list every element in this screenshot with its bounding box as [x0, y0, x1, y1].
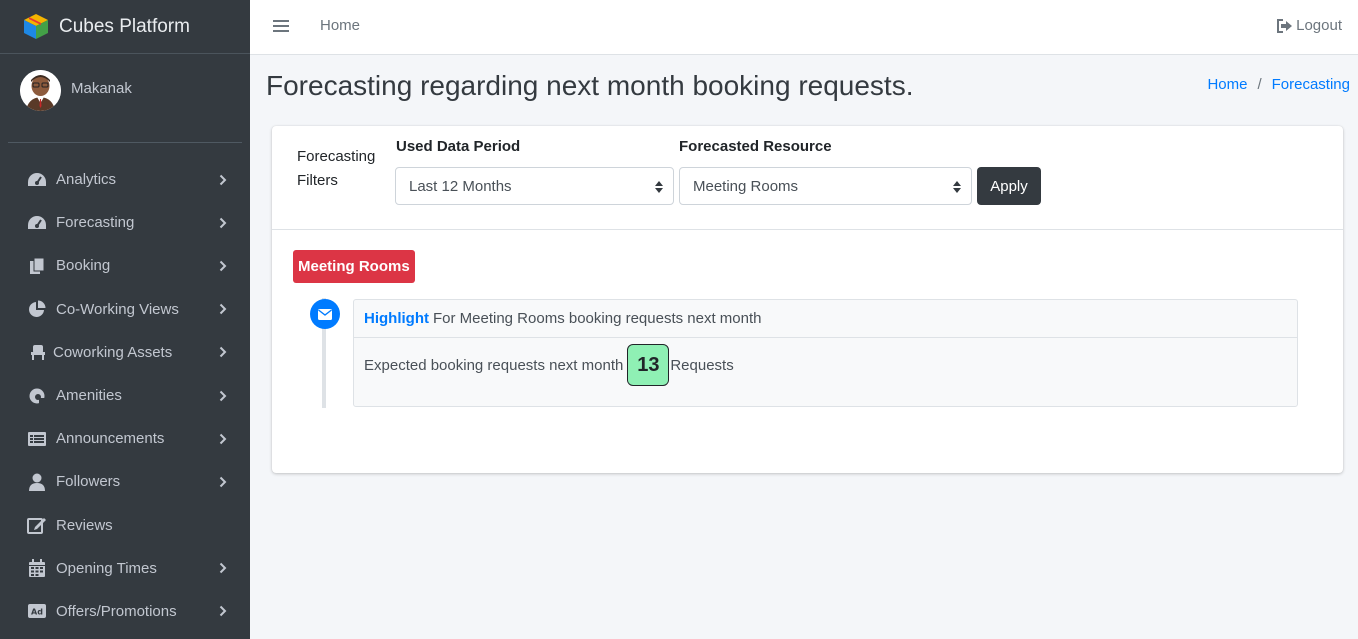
sidebar-item-label: Amenities	[56, 387, 122, 405]
resource-label: Forecasted Resource	[679, 138, 832, 155]
sidebar-item-label: Reviews	[56, 516, 113, 534]
breadcrumb: Home / Forecasting	[1207, 76, 1350, 93]
list-alt-icon	[26, 430, 48, 448]
chevron-right-icon	[218, 561, 228, 575]
brand-link[interactable]: Cubes Platform	[0, 0, 250, 54]
ad-icon: Ad	[26, 602, 48, 620]
edit-icon	[26, 516, 48, 535]
tachometer-icon	[26, 214, 48, 232]
brand-text: Cubes Platform	[59, 15, 190, 37]
sidebar-item-label: Booking	[56, 257, 111, 275]
requests-unit-text: Requests	[670, 356, 734, 374]
chevron-right-icon	[218, 389, 228, 403]
sidebar-item-announcements[interactable]: Announcements	[0, 417, 250, 460]
period-select[interactable]: Last 12 Months	[395, 167, 674, 205]
calendar-icon	[26, 559, 48, 578]
cube-logo-icon	[20, 11, 52, 43]
sidebar-nav: Analytics Forecasting Booking Co-Working…	[0, 143, 250, 633]
sidebar-item-booking[interactable]: Booking	[0, 244, 250, 287]
user-name[interactable]: Makanak	[71, 80, 132, 97]
highlight-label: Highlight	[364, 310, 429, 327]
breadcrumb-forecasting[interactable]: Forecasting	[1272, 76, 1350, 93]
menu-toggle-icon[interactable]	[273, 17, 289, 37]
chevron-right-icon	[218, 173, 228, 187]
chevron-right-icon	[218, 604, 228, 618]
requests-count-badge: 13	[627, 344, 670, 386]
user-panel[interactable]: Makanak	[8, 70, 242, 143]
select-arrows-icon	[655, 180, 663, 193]
chair-icon	[31, 343, 45, 361]
timeline-item: Highlight For Meeting Rooms booking requ…	[353, 299, 1298, 407]
sidebar-item-label: Co-Working Views	[56, 300, 179, 318]
sidebar-item-analytics[interactable]: Analytics	[0, 158, 250, 201]
chevron-right-icon	[218, 475, 228, 489]
top-navbar: Home Logout	[250, 0, 1358, 55]
sidebar-item-followers[interactable]: Followers	[0, 460, 250, 503]
forecast-card: Forecasting Filters Used Data Period Las…	[272, 126, 1343, 473]
svg-text:Ad: Ad	[31, 608, 43, 617]
page-title: Forecasting regarding next month booking…	[266, 70, 914, 101]
sign-out-icon	[1277, 18, 1293, 33]
navbar-home-link[interactable]: Home	[320, 17, 360, 34]
copy-icon	[26, 257, 48, 275]
sidebar-item-label: Followers	[56, 473, 121, 491]
timeline-header: Highlight For Meeting Rooms booking requ…	[354, 300, 1297, 338]
filters-header: Forecasting Filters Used Data Period Las…	[272, 126, 1343, 230]
sidebar-item-opening-times[interactable]: Opening Times	[0, 547, 250, 590]
main-sidebar: Cubes Platform Makanak Analytics Forecas…	[0, 0, 250, 639]
sidebar-item-label: Announcements	[56, 430, 165, 448]
breadcrumb-home[interactable]: Home	[1207, 76, 1247, 93]
sidebar-item-label: Opening Times	[56, 559, 157, 577]
breadcrumb-separator: /	[1257, 76, 1262, 93]
logout-label: Logout	[1296, 17, 1342, 34]
logout-link[interactable]: Logout	[1277, 17, 1342, 34]
period-label: Used Data Period	[396, 138, 521, 155]
apply-button[interactable]: Apply	[977, 167, 1041, 205]
timeline-body: Expected booking requests next month 13 …	[354, 338, 1297, 406]
resource-select-value: Meeting Rooms	[693, 177, 799, 195]
timeline-header-text: For Meeting Rooms booking requests next …	[432, 310, 762, 327]
sidebar-item-forecasting[interactable]: Forecasting	[0, 201, 250, 244]
tachometer-icon	[26, 171, 48, 189]
period-select-value: Last 12 Months	[409, 177, 512, 195]
sidebar-item-reviews[interactable]: Reviews	[0, 504, 250, 547]
resource-select[interactable]: Meeting Rooms	[679, 167, 972, 205]
sidebar-item-offers-promotions[interactable]: Ad Offers/Promotions	[0, 590, 250, 633]
amenities-icon	[26, 387, 48, 405]
sidebar-item-co-working-views[interactable]: Co-Working Views	[0, 288, 250, 331]
chevron-right-icon	[218, 259, 228, 273]
select-arrows-icon	[953, 180, 961, 193]
pie-chart-icon	[26, 300, 48, 318]
chevron-right-icon	[218, 432, 228, 446]
sidebar-item-label: Forecasting	[56, 214, 135, 232]
sidebar-item-label: Coworking Assets	[53, 343, 173, 361]
expected-requests-text: Expected booking requests next month	[364, 356, 624, 374]
timeline-label-badge: Meeting Rooms	[293, 250, 415, 283]
filters-label: Forecasting Filters	[297, 148, 376, 189]
chevron-right-icon	[218, 345, 228, 359]
sidebar-item-label: Offers/Promotions	[56, 602, 177, 620]
sidebar-item-label: Analytics	[56, 171, 117, 189]
avatar[interactable]	[20, 70, 61, 111]
envelope-icon	[310, 299, 340, 329]
sidebar-item-coworking-assets[interactable]: Coworking Assets	[0, 331, 250, 374]
sidebar-item-amenities[interactable]: Amenities	[0, 374, 250, 417]
user-icon	[26, 473, 48, 491]
chevron-right-icon	[218, 302, 228, 316]
chevron-right-icon	[218, 216, 228, 230]
